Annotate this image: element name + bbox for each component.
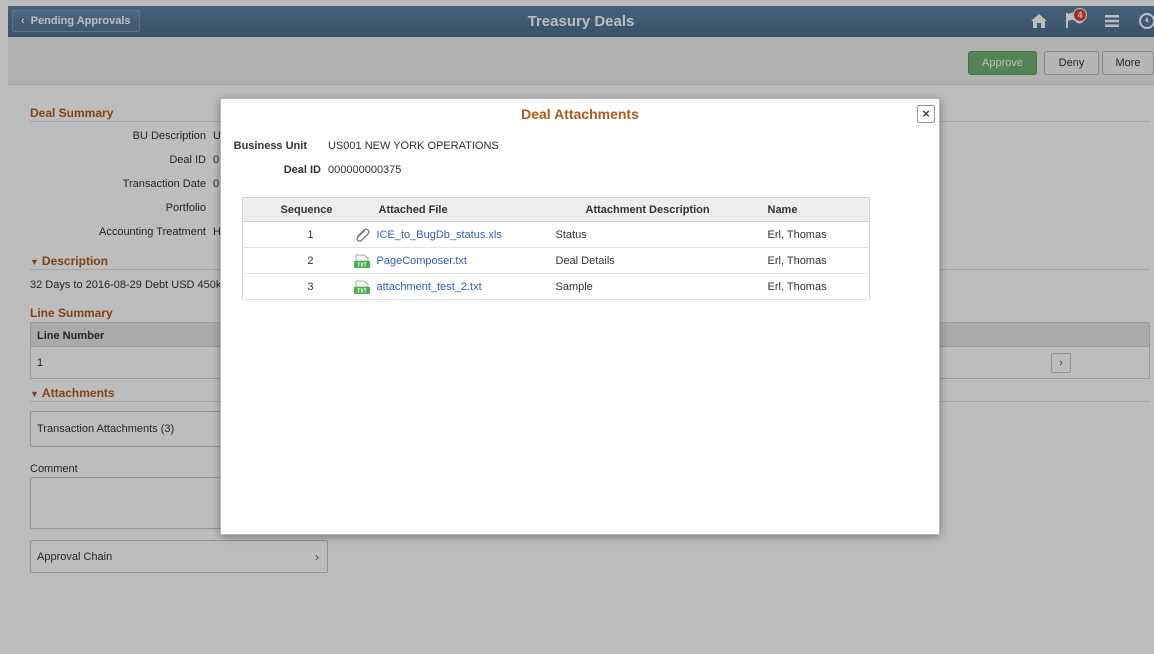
attached-file-cell: TXT PageComposer.txt [342,247,556,274]
attachment-file-link[interactable]: PageComposer.txt [377,254,468,266]
business-unit-value: US001 NEW YORK OPERATIONS [328,140,499,152]
table-row: 3 TXT attachment_test_2.txt Sample Erl, T… [242,273,870,300]
close-icon: × [922,106,930,121]
svg-text:TXT: TXT [357,288,366,294]
attached-file-cell: TXT attachment_test_2.txt [342,273,556,300]
deal-id-value: 000000000375 [328,164,402,176]
table-header-row: Sequence Attached File Attachment Descri… [242,197,870,222]
deal-attachments-modal: Deal Attachments × Business Unit US001 N… [220,98,940,535]
name-cell: Erl, Thomas [767,273,870,300]
name-cell: Erl, Thomas [767,221,870,248]
paperclip-icon [355,228,370,242]
deal-id-label: Deal ID [283,164,321,176]
attachment-description-column-header: Attachment Description [555,197,768,222]
sequence-cell: 3 [242,273,343,300]
sequence-cell: 2 [242,247,343,274]
attachment-file-link[interactable]: attachment_test_2.txt [377,280,482,292]
close-button[interactable]: × [917,105,935,123]
modal-title: Deal Attachments [521,106,639,122]
text-file-icon: TXT [353,280,370,294]
business-unit-label: Business Unit [233,140,307,152]
table-row: 2 TXT PageComposer.txt Deal Details Erl, … [242,247,870,274]
attachments-table: Sequence Attached File Attachment Descri… [242,197,870,300]
attached-file-column-header: Attached File [342,197,556,222]
sequence-column-header: Sequence [242,197,343,222]
table-row: 1 ICE_to_BugDb_status.xls Status Erl, Th… [242,221,870,248]
attachment-description-cell: Sample [555,273,768,300]
text-file-icon: TXT [353,254,370,268]
attached-file-cell: ICE_to_BugDb_status.xls [342,221,556,248]
attachment-description-cell: Status [555,221,768,248]
svg-text:TXT: TXT [357,262,366,268]
attachment-description-cell: Deal Details [555,247,768,274]
sequence-cell: 1 [242,221,343,248]
name-column-header: Name [767,197,870,222]
attachment-file-link[interactable]: ICE_to_BugDb_status.xls [377,228,502,240]
name-cell: Erl, Thomas [767,247,870,274]
